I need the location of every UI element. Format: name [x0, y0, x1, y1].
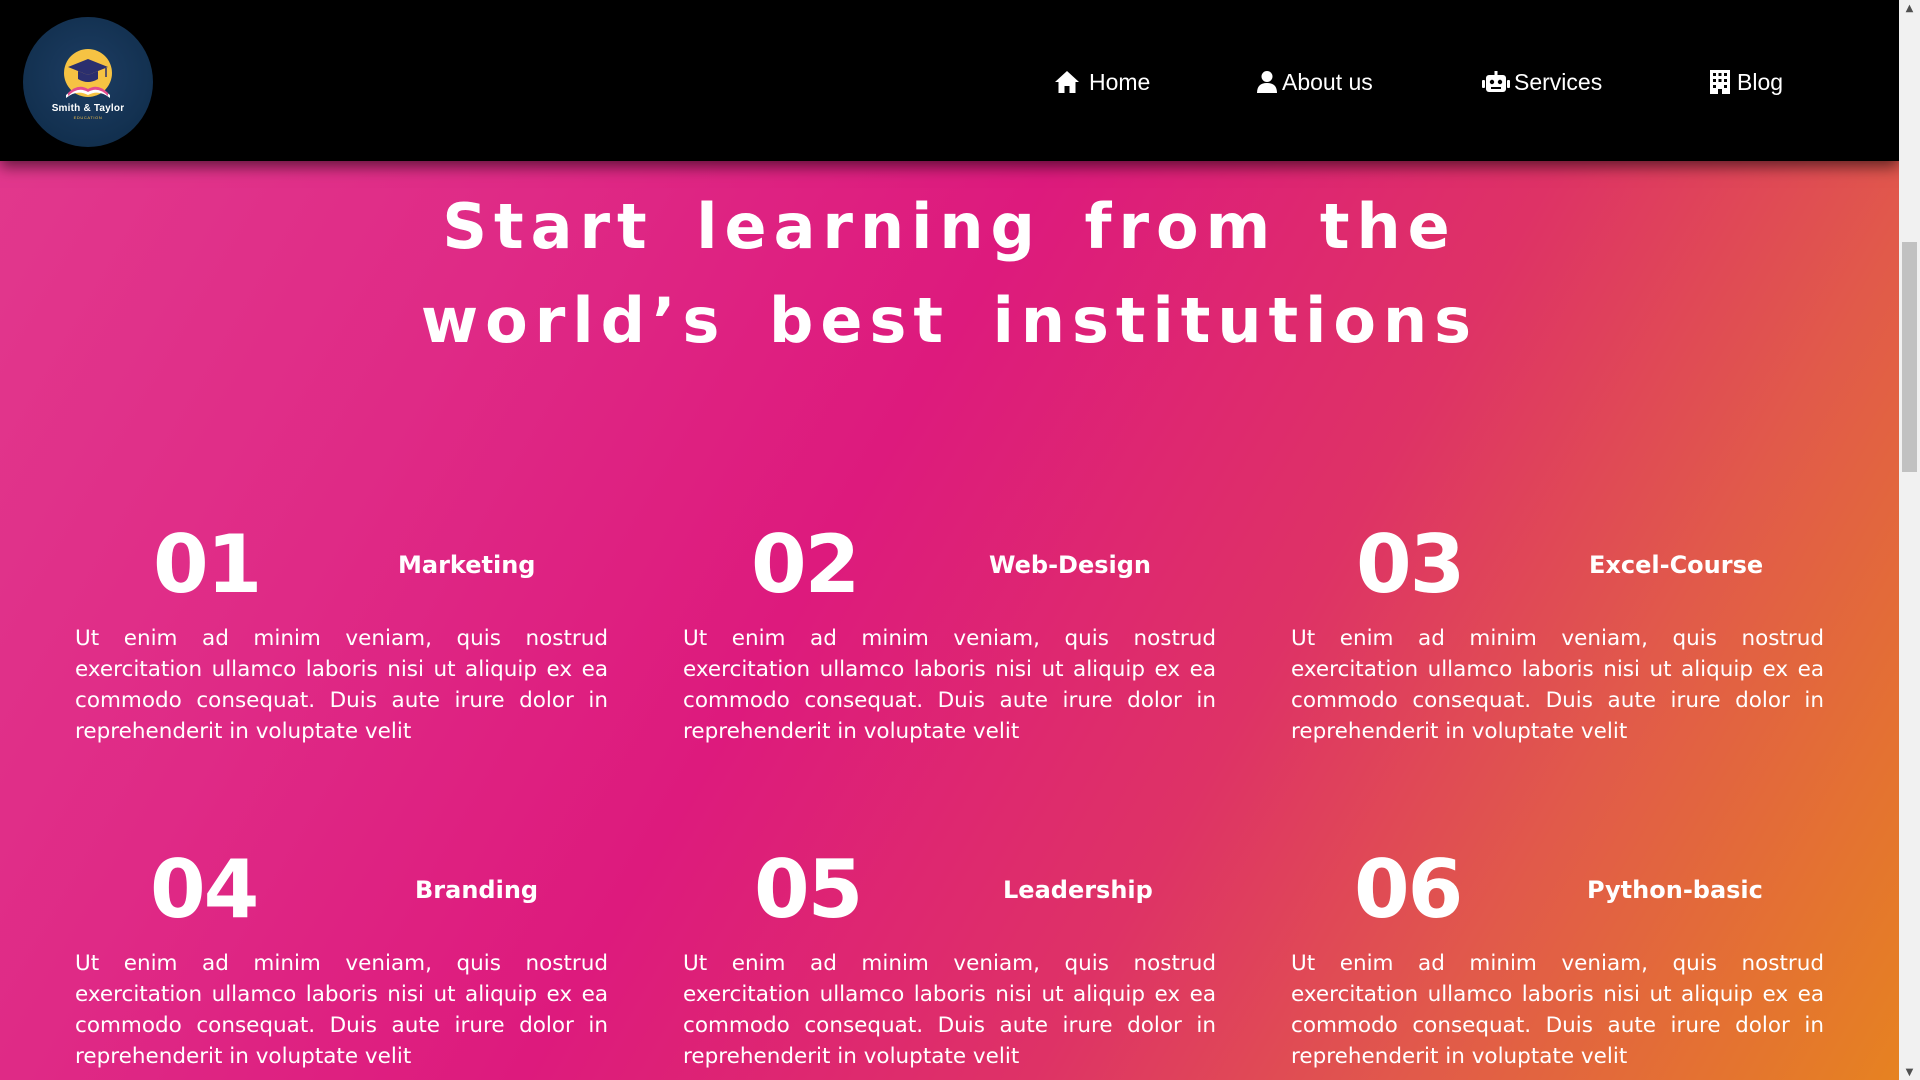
site-header: Smith & Taylor EDUCATION Home About us S… [0, 0, 1899, 161]
course-title: Excel-Course [1589, 551, 1764, 579]
scroll-down-arrow-icon[interactable]: ▼ [1899, 1064, 1920, 1080]
course-title: Web-Design [989, 551, 1152, 579]
hero-title-line-1: Start learning from the [442, 190, 1457, 263]
nav-about-label: About us [1282, 68, 1373, 95]
nav-blog-label: Blog [1737, 68, 1784, 95]
nav-services-label: Services [1514, 68, 1603, 95]
scroll-up-arrow-icon[interactable]: ▲ [1899, 0, 1920, 16]
nav-services[interactable]: Services [1482, 62, 1602, 102]
nav-home[interactable]: Home [1053, 62, 1150, 102]
home-icon [1053, 68, 1081, 96]
course-number: 05 [754, 843, 863, 936]
course-title: Leadership [1003, 876, 1153, 904]
logo-name: Smith & Taylor [51, 102, 125, 114]
course-number: 06 [1354, 843, 1463, 936]
course-number: 04 [150, 843, 259, 936]
course-title: Branding [415, 876, 539, 904]
user-icon [1256, 68, 1278, 96]
nav-about[interactable]: About us [1256, 62, 1373, 102]
main-nav: Home About us Services Blog [0, 62, 1899, 102]
building-icon [1709, 68, 1731, 96]
course-number: 01 [153, 518, 262, 611]
page: Smith & Taylor EDUCATION Home About us S… [0, 0, 1920, 1080]
course-number: 02 [751, 518, 860, 611]
course-description: Ut enim ad minim veniam, quis nostrud ex… [1291, 626, 1824, 744]
robot-icon [1482, 68, 1510, 96]
nav-home-label: Home [1089, 68, 1151, 95]
course-title: Marketing [398, 551, 536, 579]
course-description: Ut enim ad minim veniam, quis nostrud ex… [75, 951, 608, 1069]
course-number: 03 [1356, 518, 1465, 611]
hero-title-line-2: world’s best institutions [420, 284, 1479, 357]
course-description: Ut enim ad minim veniam, quis nostrud ex… [75, 626, 608, 744]
nav-blog[interactable]: Blog [1709, 62, 1783, 102]
course-description: Ut enim ad minim veniam, quis nostrud ex… [1291, 951, 1824, 1069]
course-title: Python-basic [1587, 876, 1763, 904]
scroll-thumb[interactable] [1902, 242, 1917, 472]
scrollbar[interactable]: ▲ ▼ [1899, 0, 1920, 1080]
course-description: Ut enim ad minim veniam, quis nostrud ex… [683, 951, 1216, 1069]
course-description: Ut enim ad minim veniam, quis nostrud ex… [683, 626, 1216, 744]
logo-tagline: EDUCATION [73, 114, 103, 120]
hero-title: Start learning from the world’s best ins… [0, 180, 1899, 368]
